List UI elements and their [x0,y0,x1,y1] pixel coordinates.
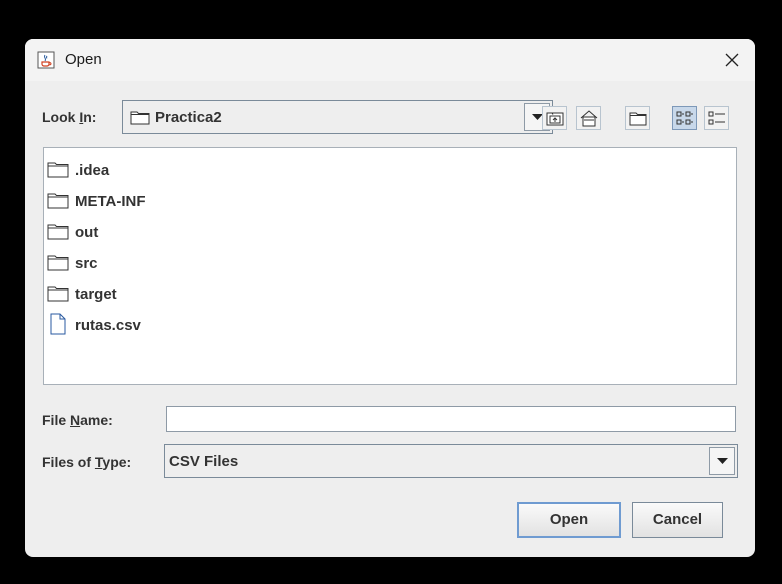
details-view-button[interactable] [704,106,729,130]
open-button[interactable]: Open [517,502,621,538]
file-name: .idea [75,162,110,179]
file-type-combo[interactable]: CSV Files [164,444,738,478]
open-dialog: Open Look In: Practica2 .idea META-INF o… [25,39,755,557]
file-type-value: CSV Files [169,453,239,470]
file-name-label: File Name: [42,412,113,428]
up-one-level-button[interactable] [542,106,567,130]
folder-icon [47,224,69,240]
folder-icon [47,162,69,178]
file-icon [50,313,66,335]
folder-icon [47,193,69,209]
folder-icon [47,286,69,302]
home-icon [580,110,598,127]
look-in-label: Look In: [42,109,97,125]
new-folder-icon [629,112,647,126]
home-button[interactable] [576,106,601,130]
list-view-icon [676,111,693,125]
chevron-down-icon [717,458,728,464]
file-name: out [75,224,99,241]
file-name: src [75,255,98,272]
file-type-label: Files of Type: [42,454,132,470]
details-view-icon [708,111,725,125]
title-bar[interactable]: Open [25,39,755,81]
file-name-input[interactable] [166,406,736,432]
folder-icon [47,255,69,271]
java-cup-icon [37,51,55,69]
file-type-dropdown-arrow[interactable] [709,447,735,475]
close-button[interactable] [709,39,755,81]
file-list[interactable]: .idea META-INF out src target rutas.csv [43,147,737,385]
new-folder-button[interactable] [625,106,650,130]
list-view-button[interactable] [672,106,697,130]
look-in-combo[interactable]: Practica2 [122,100,553,134]
look-in-value: Practica2 [155,109,222,126]
folder-up-icon [546,112,564,126]
file-name: rutas.csv [75,317,141,334]
cancel-button[interactable]: Cancel [632,502,723,538]
folder-icon [130,110,150,130]
close-icon [725,53,739,67]
window-title: Open [65,51,102,68]
file-name: target [75,286,117,303]
file-name: META-INF [75,193,146,210]
